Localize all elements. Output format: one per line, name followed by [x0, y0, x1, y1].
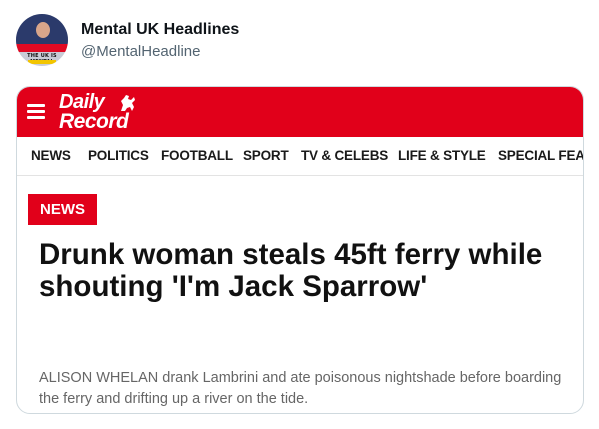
avatar-strip — [28, 60, 56, 64]
nav-item-life-style[interactable]: LIFE & STYLE — [398, 148, 486, 163]
avatar-banner — [16, 44, 68, 52]
menu-icon[interactable] — [27, 104, 45, 120]
section-tag[interactable]: NEWS — [28, 194, 97, 225]
logo-line-1: Daily — [59, 91, 105, 113]
nav-item-special-features[interactable]: SPECIAL FEAT — [498, 148, 583, 163]
nav-item-tv-celebs[interactable]: TV & CELEBS — [301, 148, 388, 163]
avatar-face — [36, 22, 50, 38]
avatar[interactable]: THE UK IS MENTAL — [16, 14, 68, 66]
embedded-article-card[interactable]: Daily Record NEWS POLITICS FOOTBALL SPOR… — [16, 86, 584, 414]
logo-line-2: Record — [59, 110, 129, 133]
site-nav: NEWS POLITICS FOOTBALL SPORT TV & CELEBS… — [17, 137, 583, 176]
nav-item-politics[interactable]: POLITICS — [88, 148, 149, 163]
user-handle[interactable]: @MentalHeadline — [81, 43, 200, 60]
article-headline[interactable]: Drunk woman steals 45ft ferry while shou… — [39, 239, 559, 302]
nav-item-football[interactable]: FOOTBALL — [161, 148, 233, 163]
daily-record-logo[interactable]: Daily Record — [59, 90, 169, 134]
nav-item-sport[interactable]: SPORT — [243, 148, 289, 163]
display-name[interactable]: Mental UK Headlines — [81, 21, 239, 39]
nav-item-news[interactable]: NEWS — [31, 148, 71, 163]
article-standfirst: ALISON WHELAN drank Lambrini and ate poi… — [39, 370, 562, 407]
site-header: Daily Record — [17, 87, 583, 137]
